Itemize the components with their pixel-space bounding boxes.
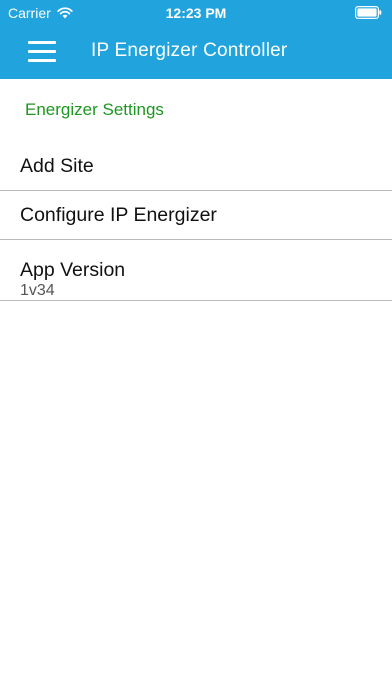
app-version-label: App Version: [20, 259, 126, 281]
app-bar: Carrier 12:23 PM IP Energizer Controller: [0, 0, 392, 79]
add-site-label: Add Site: [20, 155, 94, 177]
app-version-value: 1v34: [20, 282, 55, 299]
status-bar: Carrier 12:23 PM: [0, 0, 392, 26]
menu-button[interactable]: [26, 36, 58, 66]
menu-icon-bar: [28, 41, 56, 44]
menu-icon-bar: [28, 50, 56, 53]
add-site-item[interactable]: Add Site: [0, 141, 392, 191]
app-version-item[interactable]: App Version 1v34: [0, 240, 392, 301]
configure-ip-energizer-label: Configure IP Energizer: [20, 204, 217, 226]
configure-ip-energizer-item[interactable]: Configure IP Energizer: [0, 191, 392, 240]
status-time: 12:23 PM: [165, 5, 227, 21]
menu-icon-bar: [28, 59, 56, 62]
app-title: IP Energizer Controller: [91, 40, 288, 61]
section-header-energizer-settings: Energizer Settings: [25, 100, 164, 119]
battery-icon: [355, 6, 382, 19]
